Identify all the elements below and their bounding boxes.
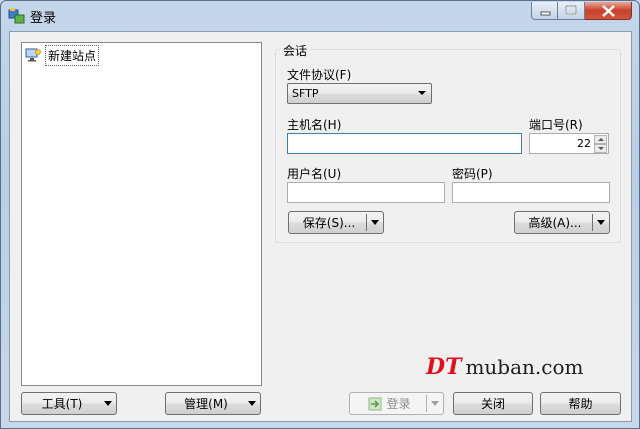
- password-label: 密码(P): [452, 167, 493, 181]
- user-label: 用户名(U): [287, 167, 342, 181]
- minimize-button[interactable]: [531, 2, 558, 20]
- protocol-select[interactable]: SFTP: [287, 83, 432, 104]
- manage-button[interactable]: 管理(M): [165, 392, 261, 415]
- dropdown-arrow-icon: [104, 401, 112, 406]
- watermark-logo: DT muban.com: [426, 354, 583, 380]
- login-icon: [368, 397, 382, 410]
- host-label: 主机名(H): [287, 118, 342, 132]
- dropdown-arrow-icon[interactable]: [597, 220, 605, 225]
- session-group-title: 会话: [280, 42, 311, 59]
- tools-button[interactable]: 工具(T): [21, 392, 117, 415]
- dropdown-arrow-icon[interactable]: [431, 401, 439, 406]
- port-spinner[interactable]: 22: [529, 133, 609, 154]
- maximize-icon: [565, 5, 577, 15]
- login-button-label: 登录: [386, 397, 411, 411]
- help-button-label: 帮助: [568, 397, 593, 411]
- tree-item-label: 新建站点: [45, 44, 100, 66]
- protocol-value: SFTP: [292, 87, 319, 100]
- winscp-app-icon: [8, 8, 25, 24]
- spin-down-icon[interactable]: [594, 144, 607, 153]
- manage-button-label: 管理(M): [184, 397, 228, 411]
- port-value: 22: [577, 137, 591, 150]
- advanced-button-label: 高级(A)...: [528, 216, 582, 230]
- spin-up-icon[interactable]: [594, 135, 607, 144]
- split-divider: [426, 395, 427, 412]
- protocol-label: 文件协议(F): [287, 68, 352, 82]
- tree-item-new-site[interactable]: 新建站点: [25, 44, 100, 66]
- window-title: 登录: [30, 11, 57, 26]
- close-window-button[interactable]: [585, 2, 632, 20]
- close-button[interactable]: 关闭: [453, 392, 533, 415]
- password-input[interactable]: [452, 182, 610, 203]
- dropdown-arrow-icon[interactable]: [371, 220, 379, 225]
- split-divider: [592, 214, 593, 231]
- user-input[interactable]: [287, 182, 445, 203]
- watermark-prefix: DT: [426, 354, 462, 380]
- minimize-icon: [540, 11, 551, 16]
- chevron-down-icon: [418, 91, 426, 95]
- port-label: 端口号(R): [529, 118, 583, 132]
- login-window: 登录 新建站点 会话 文件协议(F) SFTP 主机名(H) 端口号(R) 22…: [0, 0, 640, 429]
- computer-icon: [25, 48, 41, 62]
- tools-button-label: 工具(T): [41, 397, 83, 411]
- dialog-body: 新建站点 会话 文件协议(F) SFTP 主机名(H) 端口号(R) 22 用户…: [9, 31, 632, 422]
- close-icon: [602, 5, 615, 17]
- watermark-text: muban.com: [465, 355, 584, 379]
- close-button-label: 关闭: [480, 397, 505, 411]
- save-button[interactable]: 保存(S)...: [288, 211, 384, 234]
- login-button[interactable]: 登录: [349, 392, 444, 415]
- site-tree[interactable]: 新建站点: [21, 42, 262, 386]
- advanced-button[interactable]: 高级(A)...: [514, 211, 610, 234]
- help-button[interactable]: 帮助: [540, 392, 621, 415]
- host-input[interactable]: [287, 133, 522, 154]
- title-bar[interactable]: 登录: [1, 1, 639, 29]
- dropdown-arrow-icon: [248, 401, 256, 406]
- save-button-label: 保存(S)...: [302, 216, 356, 230]
- maximize-button[interactable]: [558, 2, 585, 20]
- split-divider: [366, 214, 367, 231]
